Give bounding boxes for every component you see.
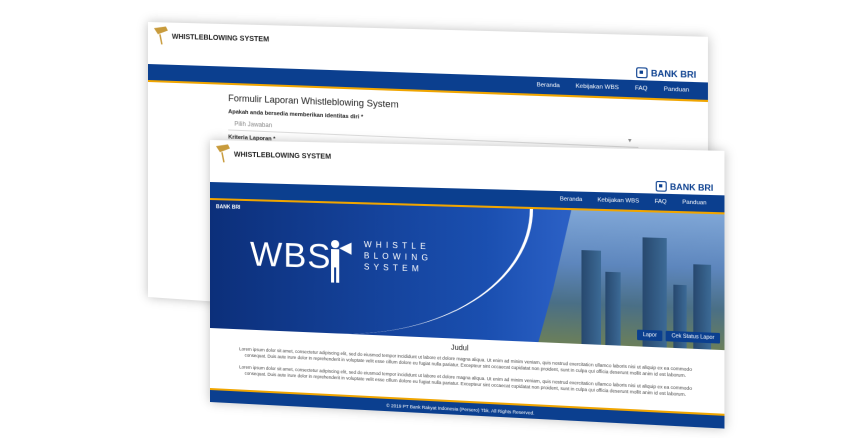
chevron-down-icon: ▾ (628, 137, 632, 145)
nav-panduan[interactable]: Panduan (664, 86, 690, 93)
hero-bri-logo: BANK BRI (215, 204, 241, 211)
app-title: WHISTLEBLOWING SYSTEM (233, 151, 332, 161)
nav-beranda[interactable]: Beranda (560, 196, 582, 203)
nav-kebijakan-wbs[interactable]: Kebijakan WBS (576, 83, 619, 91)
bri-logo: BANK BRI (635, 67, 697, 80)
nav-beranda[interactable]: Beranda (537, 82, 560, 89)
nav-faq[interactable]: FAQ (655, 199, 667, 206)
trumpet-logo-icon (153, 26, 168, 45)
cek-status-button[interactable]: Cek Status Lapor (666, 330, 721, 344)
trumpet-logo-icon (215, 144, 230, 163)
home-page-window: WHISTLEBLOWING SYSTEM BANK BRI Beranda K… (210, 140, 725, 429)
wbs-title: WBS (249, 235, 332, 277)
nav-kebijakan-wbs[interactable]: Kebijakan WBS (597, 197, 639, 204)
subtitle-line-3: SYSTEM (363, 262, 423, 274)
nav-panduan[interactable]: Panduan (682, 200, 706, 207)
lapor-button[interactable]: Lapor (637, 329, 663, 342)
city-photo (538, 209, 724, 350)
bri-brand-text: BANK BRI (669, 181, 714, 193)
megaphone-person-icon (331, 239, 352, 283)
app-title: WHISTLEBLOWING SYSTEM (171, 33, 270, 44)
bri-logo: BANK BRI (655, 180, 714, 193)
nav-faq[interactable]: FAQ (635, 85, 648, 92)
bri-logo-icon (655, 180, 667, 192)
wbs-subtitle: WHISTLE BLOWING SYSTEM (364, 239, 432, 275)
bri-logo-icon (635, 67, 648, 79)
identity-placeholder: Pilih Jawaban (234, 121, 273, 129)
bri-brand-text: BANK BRI (650, 68, 697, 80)
hero-banner: BANK BRI WBS WHISTLE BLOWING SYSTEM Lapo… (210, 200, 725, 351)
